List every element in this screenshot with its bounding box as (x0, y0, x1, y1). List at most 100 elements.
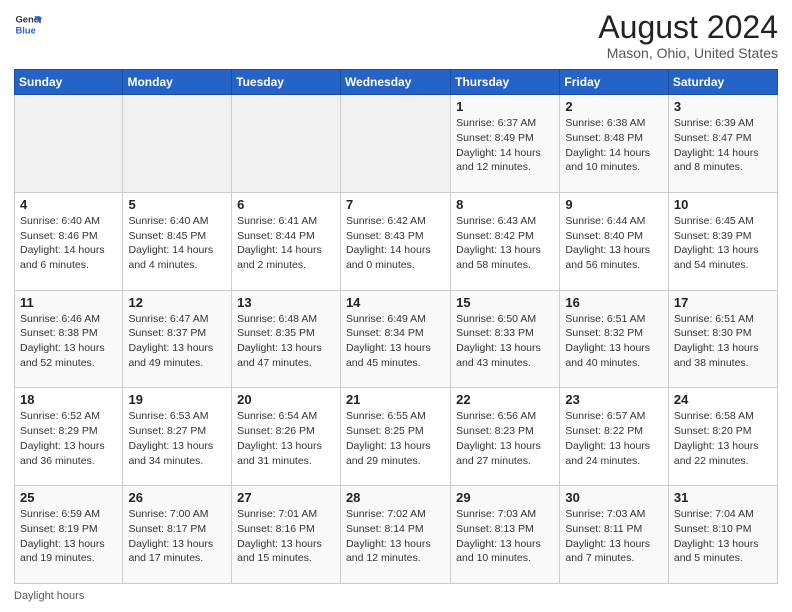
calendar-cell (340, 95, 450, 193)
calendar-body: 1 Sunrise: 6:37 AM Sunset: 8:49 PM Daylig… (15, 95, 778, 584)
calendar-cell: 1 Sunrise: 6:37 AM Sunset: 8:49 PM Daylig… (451, 95, 560, 193)
calendar-cell: 16 Sunrise: 6:51 AM Sunset: 8:32 PM Dayli… (560, 290, 668, 388)
dow-wednesday: Wednesday (340, 70, 450, 95)
day-info: Sunrise: 7:03 AM Sunset: 8:11 PM Dayligh… (565, 507, 662, 566)
day-number: 25 (20, 490, 117, 505)
calendar-cell: 10 Sunrise: 6:45 AM Sunset: 8:39 PM Dayli… (668, 192, 777, 290)
calendar-table: SundayMondayTuesdayWednesdayThursdayFrid… (14, 69, 778, 584)
day-number: 16 (565, 295, 662, 310)
day-number: 19 (128, 392, 226, 407)
day-info: Sunrise: 6:42 AM Sunset: 8:43 PM Dayligh… (346, 214, 445, 273)
footer-note: Daylight hours (14, 590, 778, 602)
calendar-cell: 22Sunrise: 6:56 AM Sunset: 8:23 PM Dayli… (451, 388, 560, 486)
calendar-cell: 6 Sunrise: 6:41 AM Sunset: 8:44 PM Daylig… (232, 192, 341, 290)
day-info: Sunrise: 6:41 AM Sunset: 8:44 PM Dayligh… (237, 214, 335, 273)
day-info: Sunrise: 6:49 AM Sunset: 8:34 PM Dayligh… (346, 312, 445, 371)
calendar-week-5: 25 Sunrise: 6:59 AM Sunset: 8:19 PM Dayli… (15, 486, 778, 584)
day-info: Sunrise: 6:40 AM Sunset: 8:46 PM Dayligh… (20, 214, 117, 273)
calendar-cell: 4 Sunrise: 6:40 AM Sunset: 8:46 PM Daylig… (15, 192, 123, 290)
calendar-cell: 9 Sunrise: 6:44 AM Sunset: 8:40 PM Daylig… (560, 192, 668, 290)
day-info: Sunrise: 6:37 AM Sunset: 8:49 PM Dayligh… (456, 116, 554, 175)
day-info: Sunrise: 6:51 AM Sunset: 8:32 PM Dayligh… (565, 312, 662, 371)
daylight-label: Daylight hours (14, 590, 84, 602)
calendar-cell: 25 Sunrise: 6:59 AM Sunset: 8:19 PM Dayli… (15, 486, 123, 584)
day-number: 7 (346, 197, 445, 212)
calendar-cell: 13 Sunrise: 6:48 AM Sunset: 8:35 PM Dayli… (232, 290, 341, 388)
day-info: Sunrise: 7:03 AM Sunset: 8:13 PM Dayligh… (456, 507, 554, 566)
calendar-cell: 30Sunrise: 7:03 AM Sunset: 8:11 PM Dayli… (560, 486, 668, 584)
day-number: 9 (565, 197, 662, 212)
day-number: 14 (346, 295, 445, 310)
day-number: 6 (237, 197, 335, 212)
day-number: 27 (237, 490, 335, 505)
day-info: Sunrise: 6:57 AM Sunset: 8:22 PM Dayligh… (565, 409, 662, 468)
day-info: Sunrise: 6:44 AM Sunset: 8:40 PM Dayligh… (565, 214, 662, 273)
day-info: Sunrise: 6:51 AM Sunset: 8:30 PM Dayligh… (674, 312, 772, 371)
calendar-cell: 7 Sunrise: 6:42 AM Sunset: 8:43 PM Daylig… (340, 192, 450, 290)
day-info: Sunrise: 6:39 AM Sunset: 8:47 PM Dayligh… (674, 116, 772, 175)
day-number: 15 (456, 295, 554, 310)
calendar-cell: 31 Sunrise: 7:04 AM Sunset: 8:10 PM Dayli… (668, 486, 777, 584)
day-number: 26 (128, 490, 226, 505)
day-info: Sunrise: 6:59 AM Sunset: 8:19 PM Dayligh… (20, 507, 117, 566)
day-number: 3 (674, 99, 772, 114)
dow-thursday: Thursday (451, 70, 560, 95)
calendar-week-4: 18 Sunrise: 6:52 AM Sunset: 8:29 PM Dayli… (15, 388, 778, 486)
day-number: 29 (456, 490, 554, 505)
day-number: 24 (674, 392, 772, 407)
calendar-week-3: 11Sunrise: 6:46 AM Sunset: 8:38 PM Dayli… (15, 290, 778, 388)
calendar-cell: 26 Sunrise: 7:00 AM Sunset: 8:17 PM Dayli… (123, 486, 232, 584)
calendar-cell (123, 95, 232, 193)
dow-monday: Monday (123, 70, 232, 95)
calendar-cell: 14 Sunrise: 6:49 AM Sunset: 8:34 PM Dayli… (340, 290, 450, 388)
dow-tuesday: Tuesday (232, 70, 341, 95)
day-number: 17 (674, 295, 772, 310)
day-number: 21 (346, 392, 445, 407)
day-number: 31 (674, 490, 772, 505)
calendar-cell: 5Sunrise: 6:40 AM Sunset: 8:45 PM Daylig… (123, 192, 232, 290)
day-number: 10 (674, 197, 772, 212)
day-number: 5 (128, 197, 226, 212)
day-number: 28 (346, 490, 445, 505)
calendar-cell: 18 Sunrise: 6:52 AM Sunset: 8:29 PM Dayli… (15, 388, 123, 486)
day-info: Sunrise: 6:45 AM Sunset: 8:39 PM Dayligh… (674, 214, 772, 273)
day-info: Sunrise: 6:47 AM Sunset: 8:37 PM Dayligh… (128, 312, 226, 371)
day-number: 2 (565, 99, 662, 114)
day-number: 18 (20, 392, 117, 407)
day-info: Sunrise: 6:55 AM Sunset: 8:25 PM Dayligh… (346, 409, 445, 468)
day-number: 8 (456, 197, 554, 212)
day-info: Sunrise: 7:02 AM Sunset: 8:14 PM Dayligh… (346, 507, 445, 566)
calendar-cell: 21 Sunrise: 6:55 AM Sunset: 8:25 PM Dayli… (340, 388, 450, 486)
calendar-week-1: 1 Sunrise: 6:37 AM Sunset: 8:49 PM Daylig… (15, 95, 778, 193)
calendar-cell: 19Sunrise: 6:53 AM Sunset: 8:27 PM Dayli… (123, 388, 232, 486)
day-number: 11 (20, 295, 117, 310)
calendar-cell: 24Sunrise: 6:58 AM Sunset: 8:20 PM Dayli… (668, 388, 777, 486)
day-number: 1 (456, 99, 554, 114)
day-info: Sunrise: 7:00 AM Sunset: 8:17 PM Dayligh… (128, 507, 226, 566)
logo-icon: General Blue (14, 10, 42, 38)
day-info: Sunrise: 6:48 AM Sunset: 8:35 PM Dayligh… (237, 312, 335, 371)
day-number: 12 (128, 295, 226, 310)
day-number: 4 (20, 197, 117, 212)
day-info: Sunrise: 7:01 AM Sunset: 8:16 PM Dayligh… (237, 507, 335, 566)
day-info: Sunrise: 6:50 AM Sunset: 8:33 PM Dayligh… (456, 312, 554, 371)
day-info: Sunrise: 6:52 AM Sunset: 8:29 PM Dayligh… (20, 409, 117, 468)
dow-saturday: Saturday (668, 70, 777, 95)
day-number: 13 (237, 295, 335, 310)
dow-friday: Friday (560, 70, 668, 95)
day-info: Sunrise: 7:04 AM Sunset: 8:10 PM Dayligh… (674, 507, 772, 566)
calendar-cell: 28 Sunrise: 7:02 AM Sunset: 8:14 PM Dayli… (340, 486, 450, 584)
calendar-cell: 29 Sunrise: 7:03 AM Sunset: 8:13 PM Dayli… (451, 486, 560, 584)
calendar-cell: 2Sunrise: 6:38 AM Sunset: 8:48 PM Daylig… (560, 95, 668, 193)
svg-text:Blue: Blue (16, 25, 36, 35)
days-of-week-header: SundayMondayTuesdayWednesdayThursdayFrid… (15, 70, 778, 95)
day-info: Sunrise: 6:56 AM Sunset: 8:23 PM Dayligh… (456, 409, 554, 468)
calendar-cell: 17 Sunrise: 6:51 AM Sunset: 8:30 PM Dayli… (668, 290, 777, 388)
day-info: Sunrise: 6:43 AM Sunset: 8:42 PM Dayligh… (456, 214, 554, 273)
calendar-cell: 15 Sunrise: 6:50 AM Sunset: 8:33 PM Dayli… (451, 290, 560, 388)
day-number: 20 (237, 392, 335, 407)
calendar-week-2: 4 Sunrise: 6:40 AM Sunset: 8:46 PM Daylig… (15, 192, 778, 290)
dow-sunday: Sunday (15, 70, 123, 95)
logo: General Blue (14, 10, 42, 38)
day-number: 23 (565, 392, 662, 407)
